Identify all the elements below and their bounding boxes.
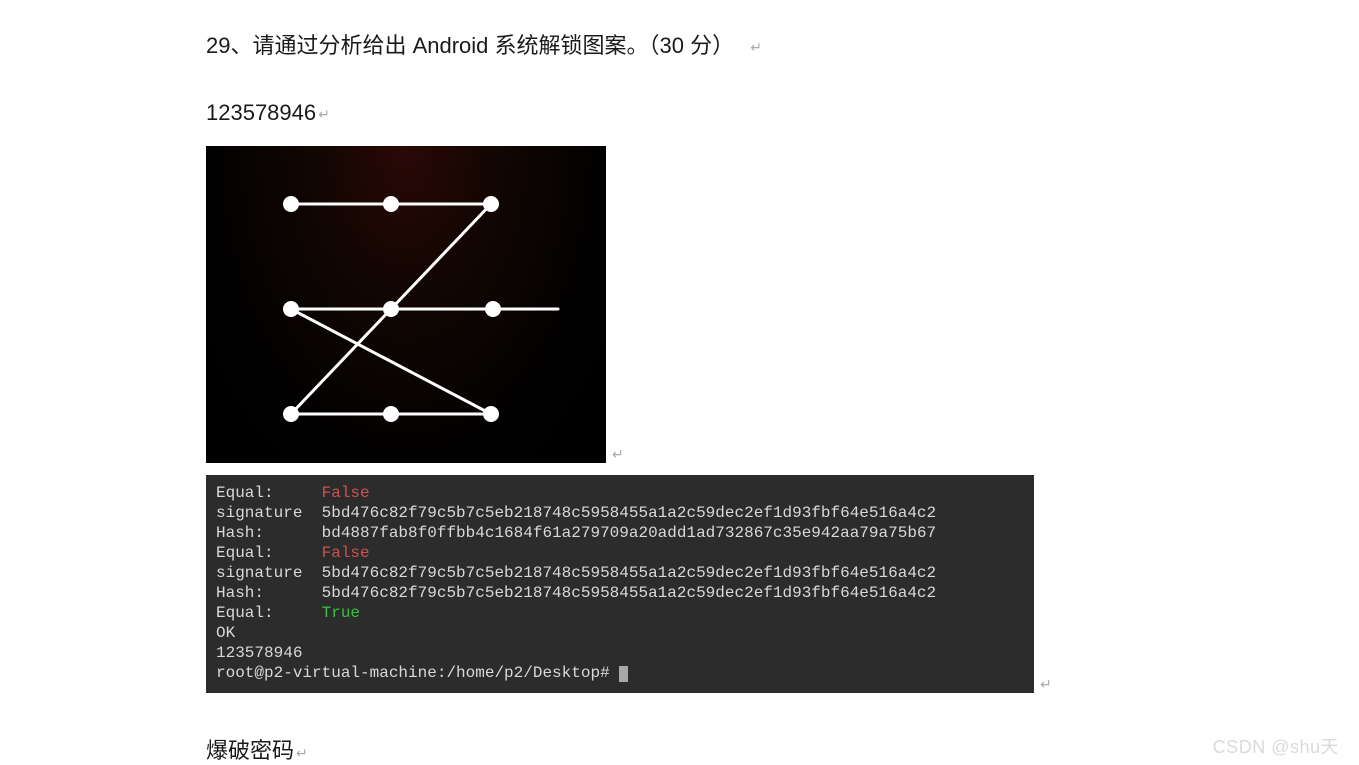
subheading-content: 爆破密码 xyxy=(206,738,294,763)
terminal-output: Equal: False signature 5bd476c82f79c5b7c… xyxy=(206,475,1034,693)
watermark-text: CSDN @shu天 xyxy=(1213,733,1339,759)
question-content: 29、请通过分析给出 Android 系统解锁图案。（30 分） xyxy=(206,33,734,58)
answer-content: 123578946 xyxy=(206,100,316,125)
paragraph-mark-icon: ↵ xyxy=(750,39,762,55)
paragraph-mark-icon: ↵ xyxy=(1040,676,1052,693)
subheading-text: 爆破密码↵ xyxy=(206,733,1206,765)
paragraph-mark-icon: ↵ xyxy=(612,446,624,463)
answer-text: 123578946↵ xyxy=(206,100,1206,126)
android-pattern-image xyxy=(206,146,606,463)
question-text: 29、请通过分析给出 Android 系统解锁图案。（30 分） ↵ xyxy=(206,28,1206,60)
paragraph-mark-icon: ↵ xyxy=(296,745,308,761)
paragraph-mark-icon: ↵ xyxy=(318,106,330,122)
